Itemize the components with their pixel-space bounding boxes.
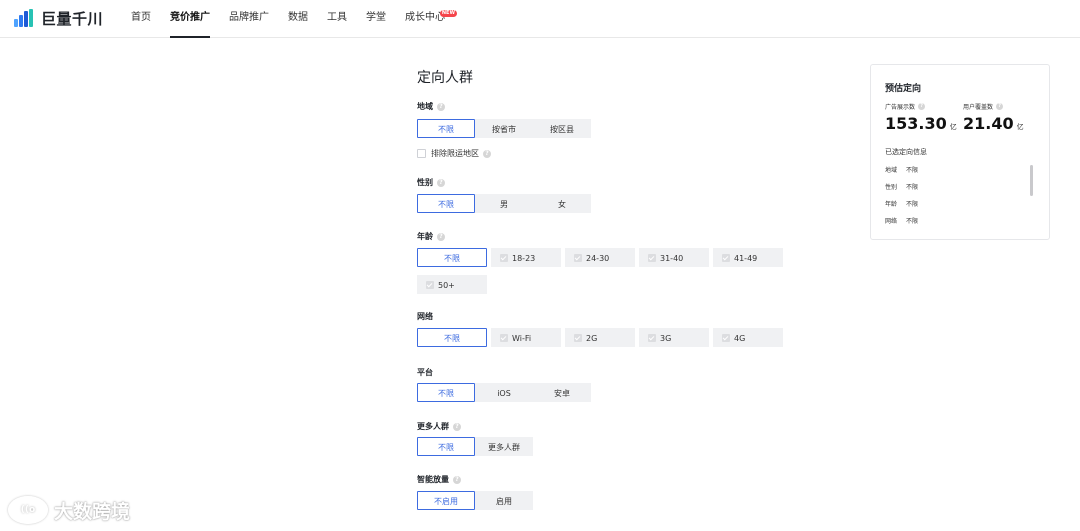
logo-text: 巨量千川 [41,9,104,28]
watermark-logo-icon: ((o [8,496,48,524]
check-icon [500,334,508,342]
gender-options: 不限 男 女 [417,194,591,213]
platform-option-unlimited[interactable]: 不限 [417,383,475,402]
platform-options: 不限 iOS 安卓 [417,383,591,402]
help-icon[interactable]: ? [437,102,445,111]
top-navbar: 巨量千川 首页 竞价推广 品牌推广 数据 工具 学堂 成长中心 NEW [0,0,1080,38]
more-audience-option-more[interactable]: 更多人群 [475,437,533,456]
selected-info-row: 地域 不限 [885,167,919,174]
network-option-3g[interactable]: 3G [639,328,709,347]
platform-option-android[interactable]: 安卓 [533,383,591,402]
gender-label: 性别? [417,177,445,188]
selected-info-scrollbar[interactable] [1030,165,1033,196]
nav-data[interactable]: 数据 [288,0,308,38]
nav-growth-center[interactable]: 成长中心 NEW [405,0,457,38]
age-option-31-40[interactable]: 31-40 [639,248,709,267]
smart-expand-option-enable[interactable]: 启用 [475,491,533,510]
help-icon[interactable]: ? [453,475,461,484]
age-option-24-30[interactable]: 24-30 [565,248,635,267]
check-icon [722,334,730,342]
ad-impressions-unit: 亿 [949,123,957,131]
check-icon [574,254,582,262]
network-option-2g[interactable]: 2G [565,328,635,347]
help-icon[interactable]: ? [437,232,445,241]
user-coverage-label: 用户覆盖数 [963,104,994,111]
nav-brand-promotion[interactable]: 品牌推广 [229,0,269,38]
exclude-label: 排除限运地区 [431,149,479,158]
estimate-title: 预估定向 [885,84,922,94]
ad-impressions-stat: 广告展示数? 153.30 亿 [885,102,957,133]
age-option-41-49[interactable]: 41-49 [713,248,783,267]
gender-option-unlimited[interactable]: 不限 [417,194,475,213]
new-badge: NEW [439,10,457,17]
check-icon [574,334,582,342]
check-icon [648,334,656,342]
nav-home[interactable]: 首页 [131,0,151,38]
watermark-text: 大数跨境 [54,500,131,523]
help-icon[interactable]: ? [437,178,445,187]
gender-option-male[interactable]: 男 [475,194,533,213]
age-label: 年龄? [417,231,445,242]
network-option-unlimited[interactable]: 不限 [417,328,487,347]
platform-option-ios[interactable]: iOS [475,383,533,402]
region-option-district[interactable]: 按区县 [533,119,591,138]
logo-bars-icon [14,9,36,27]
more-audience-options: 不限 更多人群 [417,437,533,456]
network-label: 网络 [417,312,433,321]
exclude-checkbox[interactable] [417,149,426,158]
ad-impressions-value: 153.30 [885,114,947,133]
watermark: ((o 大数跨境 [8,496,130,524]
section-title: 定向人群 [417,70,473,86]
user-coverage-value: 21.40 [963,114,1014,133]
age-option-18-23[interactable]: 18-23 [491,248,561,267]
estimate-panel: 预估定向 广告展示数? 153.30 亿 用户覆盖数? 21.40 亿 已选定向… [870,64,1050,240]
main-nav: 首页 竞价推广 品牌推广 数据 工具 学堂 成长中心 NEW [131,0,464,38]
age-option-50-plus[interactable]: 50+ [417,275,487,294]
selected-info-list: 地域 不限 性别 不限 年龄 不限 网络 不限 [885,165,918,233]
selected-info-row: 性别 不限 [885,184,919,191]
user-coverage-stat: 用户覆盖数? 21.40 亿 [963,102,1024,133]
check-icon [648,254,656,262]
selected-info-title: 已选定向信息 [885,148,927,156]
region-label: 地域? [417,101,445,112]
network-option-4g[interactable]: 4G [713,328,783,347]
more-audience-option-unlimited[interactable]: 不限 [417,437,475,456]
region-options: 不限 按省市 按区县 [417,119,591,138]
nav-bidding-promotion[interactable]: 竞价推广 [170,0,210,38]
ad-impressions-label: 广告展示数 [885,104,916,111]
selected-info-row: 年龄 不限 [885,201,919,208]
app-logo[interactable]: 巨量千川 [14,7,103,29]
user-coverage-unit: 亿 [1016,123,1024,131]
smart-expand-options: 不启用 启用 [417,491,533,510]
smart-expand-label: 智能放量? [417,474,461,485]
check-icon [500,254,508,262]
smart-expand-option-disable[interactable]: 不启用 [417,491,475,510]
age-options: 不限 18-23 24-30 31-40 41-49 50+ [417,248,792,302]
selected-info-row: 网络 不限 [885,218,919,225]
check-icon [722,254,730,262]
check-icon [426,281,434,289]
help-icon[interactable]: ? [483,149,491,158]
network-options: 不限 Wi-Fi 2G 3G 4G [417,328,792,355]
nav-academy[interactable]: 学堂 [366,0,386,38]
help-icon[interactable]: ? [996,103,1004,110]
region-option-unlimited[interactable]: 不限 [417,119,475,138]
region-option-province-city[interactable]: 按省市 [475,119,533,138]
help-icon[interactable]: ? [453,422,461,431]
exclude-restricted-regions[interactable]: 排除限运地区 ? [417,148,491,159]
platform-label: 平台 [417,368,433,377]
network-option-wifi[interactable]: Wi-Fi [491,328,561,347]
more-audience-label: 更多人群? [417,421,461,432]
gender-option-female[interactable]: 女 [533,194,591,213]
nav-tools[interactable]: 工具 [327,0,347,38]
help-icon[interactable]: ? [918,103,926,110]
age-option-unlimited[interactable]: 不限 [417,248,487,267]
